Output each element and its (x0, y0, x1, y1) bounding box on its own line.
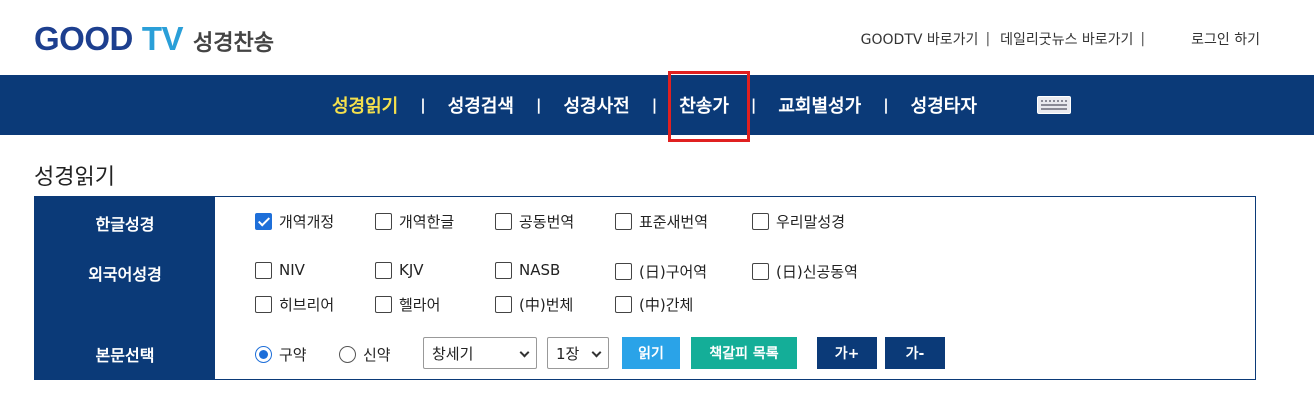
goodtv-link[interactable]: GOODTV 바로가기 (861, 29, 979, 49)
radio[interactable] (339, 346, 356, 363)
checkbox[interactable] (615, 296, 632, 313)
option-japanese-colloquial[interactable]: (日)구어역 (615, 261, 707, 282)
option-label: (日)구어역 (639, 263, 708, 281)
logo-good-text: GOOD (34, 20, 133, 57)
checkbox[interactable] (495, 296, 512, 313)
font-increase-button[interactable]: 가+ (817, 337, 877, 369)
radio-new-testament[interactable]: 신약 (339, 344, 391, 365)
checkbox-checked[interactable] (255, 213, 272, 230)
read-button[interactable]: 읽기 (622, 337, 680, 369)
logo-subtitle: 성경찬송 (193, 31, 274, 56)
checkbox[interactable] (495, 213, 512, 230)
option-label: (中)간체 (639, 296, 694, 314)
keyboard-icon[interactable] (1036, 96, 1071, 114)
top-links: GOODTV 바로가기 | 데일리굿뉴스 바로가기 | 로그인 하기 (861, 29, 1260, 49)
option-gongdong-beonyeok[interactable]: 공동번역 (495, 211, 574, 232)
nav-separator: | (535, 96, 542, 114)
radio-label: 구약 (279, 346, 307, 364)
option-label: KJV (399, 261, 424, 279)
option-gaeyeok-gaejeong[interactable]: 개역개정 (255, 211, 334, 232)
page-title: 성경읽기 (34, 165, 115, 190)
text-select-label: 본문선택 (95, 346, 155, 365)
checkbox[interactable] (255, 296, 272, 313)
nav-separator: | (883, 96, 889, 114)
panel-label-column: 한글성경 외국어성경 본문선택 (35, 197, 215, 379)
nav-separator: | (420, 96, 426, 114)
option-pyojun-saebeonyeok[interactable]: 표준새번역 (615, 211, 708, 232)
top-link-separator: | (1140, 31, 1146, 47)
dailygoodnews-link[interactable]: 데일리굿뉴스 바로가기 (1000, 29, 1133, 49)
option-label: (中)번체 (519, 296, 574, 314)
nav-item-bible-search[interactable]: 성경검색 (448, 92, 514, 118)
checkbox[interactable] (615, 263, 632, 280)
korean-bible-label: 한글성경 (95, 215, 155, 234)
font-decrease-button[interactable]: 가- (885, 337, 945, 369)
option-gaeyeok-hangeul[interactable]: 개역한글 (375, 211, 454, 232)
nav-separator: | (651, 96, 658, 114)
logo-tv-text: TV (141, 20, 184, 57)
book-select[interactable]: 창세기 (423, 337, 537, 369)
radio-checked[interactable] (255, 346, 272, 363)
checkbox[interactable] (375, 213, 392, 230)
checkbox[interactable] (752, 263, 769, 280)
nav-item-bible-reading[interactable]: 성경읽기 (332, 92, 398, 118)
login-link[interactable]: 로그인 하기 (1191, 29, 1260, 49)
foreign-bible-label: 외국어성경 (88, 265, 162, 284)
option-label: 표준새번역 (639, 213, 709, 231)
chevron-down-icon (519, 347, 530, 358)
option-niv[interactable]: NIV (255, 261, 305, 279)
option-hebrew[interactable]: 히브리어 (255, 294, 334, 315)
book-select-value: 창세기 (432, 344, 474, 363)
option-label: 개역개정 (279, 213, 335, 231)
option-label: 우리말성경 (776, 213, 846, 231)
option-label: NIV (279, 261, 305, 279)
nav-item-church-anthems[interactable]: 교회별성가 (778, 92, 861, 118)
chapter-select-value: 1장 (556, 344, 580, 363)
option-nasb[interactable]: NASB (495, 261, 560, 279)
site-logo[interactable]: GOOD TV 성경찬송 (34, 20, 274, 58)
bookmark-list-button[interactable]: 책갈피 목록 (691, 337, 797, 369)
checkbox[interactable] (752, 213, 769, 230)
checkbox[interactable] (615, 213, 632, 230)
option-greek[interactable]: 헬라어 (375, 294, 440, 315)
option-chinese-simplified[interactable]: (中)간체 (615, 294, 693, 315)
option-label: 공동번역 (519, 213, 575, 231)
chevron-down-icon (591, 347, 602, 358)
main-nav: 성경읽기 | 성경검색 | 성경사전 | 찬송가 | 교회별성가 | 성경타자 (0, 75, 1314, 135)
option-label: 헬라어 (399, 296, 441, 314)
option-label: NASB (519, 261, 561, 279)
option-urimal-seonggyeong[interactable]: 우리말성경 (752, 211, 845, 232)
checkbox[interactable] (375, 296, 392, 313)
option-chinese-traditional[interactable]: (中)번체 (495, 294, 573, 315)
radio-old-testament[interactable]: 구약 (255, 344, 307, 365)
option-label: 개역한글 (399, 213, 455, 231)
option-label: 히브리어 (279, 296, 335, 314)
option-label: (日)신공동역 (776, 263, 858, 281)
option-japanese-new-interconfessional[interactable]: (日)신공동역 (752, 261, 858, 282)
top-link-separator: | (985, 31, 991, 47)
chapter-select[interactable]: 1장 (547, 337, 609, 369)
nav-separator: | (750, 96, 757, 114)
hymns-highlight-box (668, 71, 750, 142)
checkbox[interactable] (375, 261, 392, 279)
radio-label: 신약 (363, 346, 391, 364)
checkbox[interactable] (495, 261, 512, 279)
checkbox[interactable] (255, 261, 272, 279)
nav-item-bible-dictionary[interactable]: 성경사전 (563, 92, 629, 118)
nav-item-bible-typing[interactable]: 성경타자 (911, 92, 977, 118)
option-kjv[interactable]: KJV (375, 261, 424, 279)
